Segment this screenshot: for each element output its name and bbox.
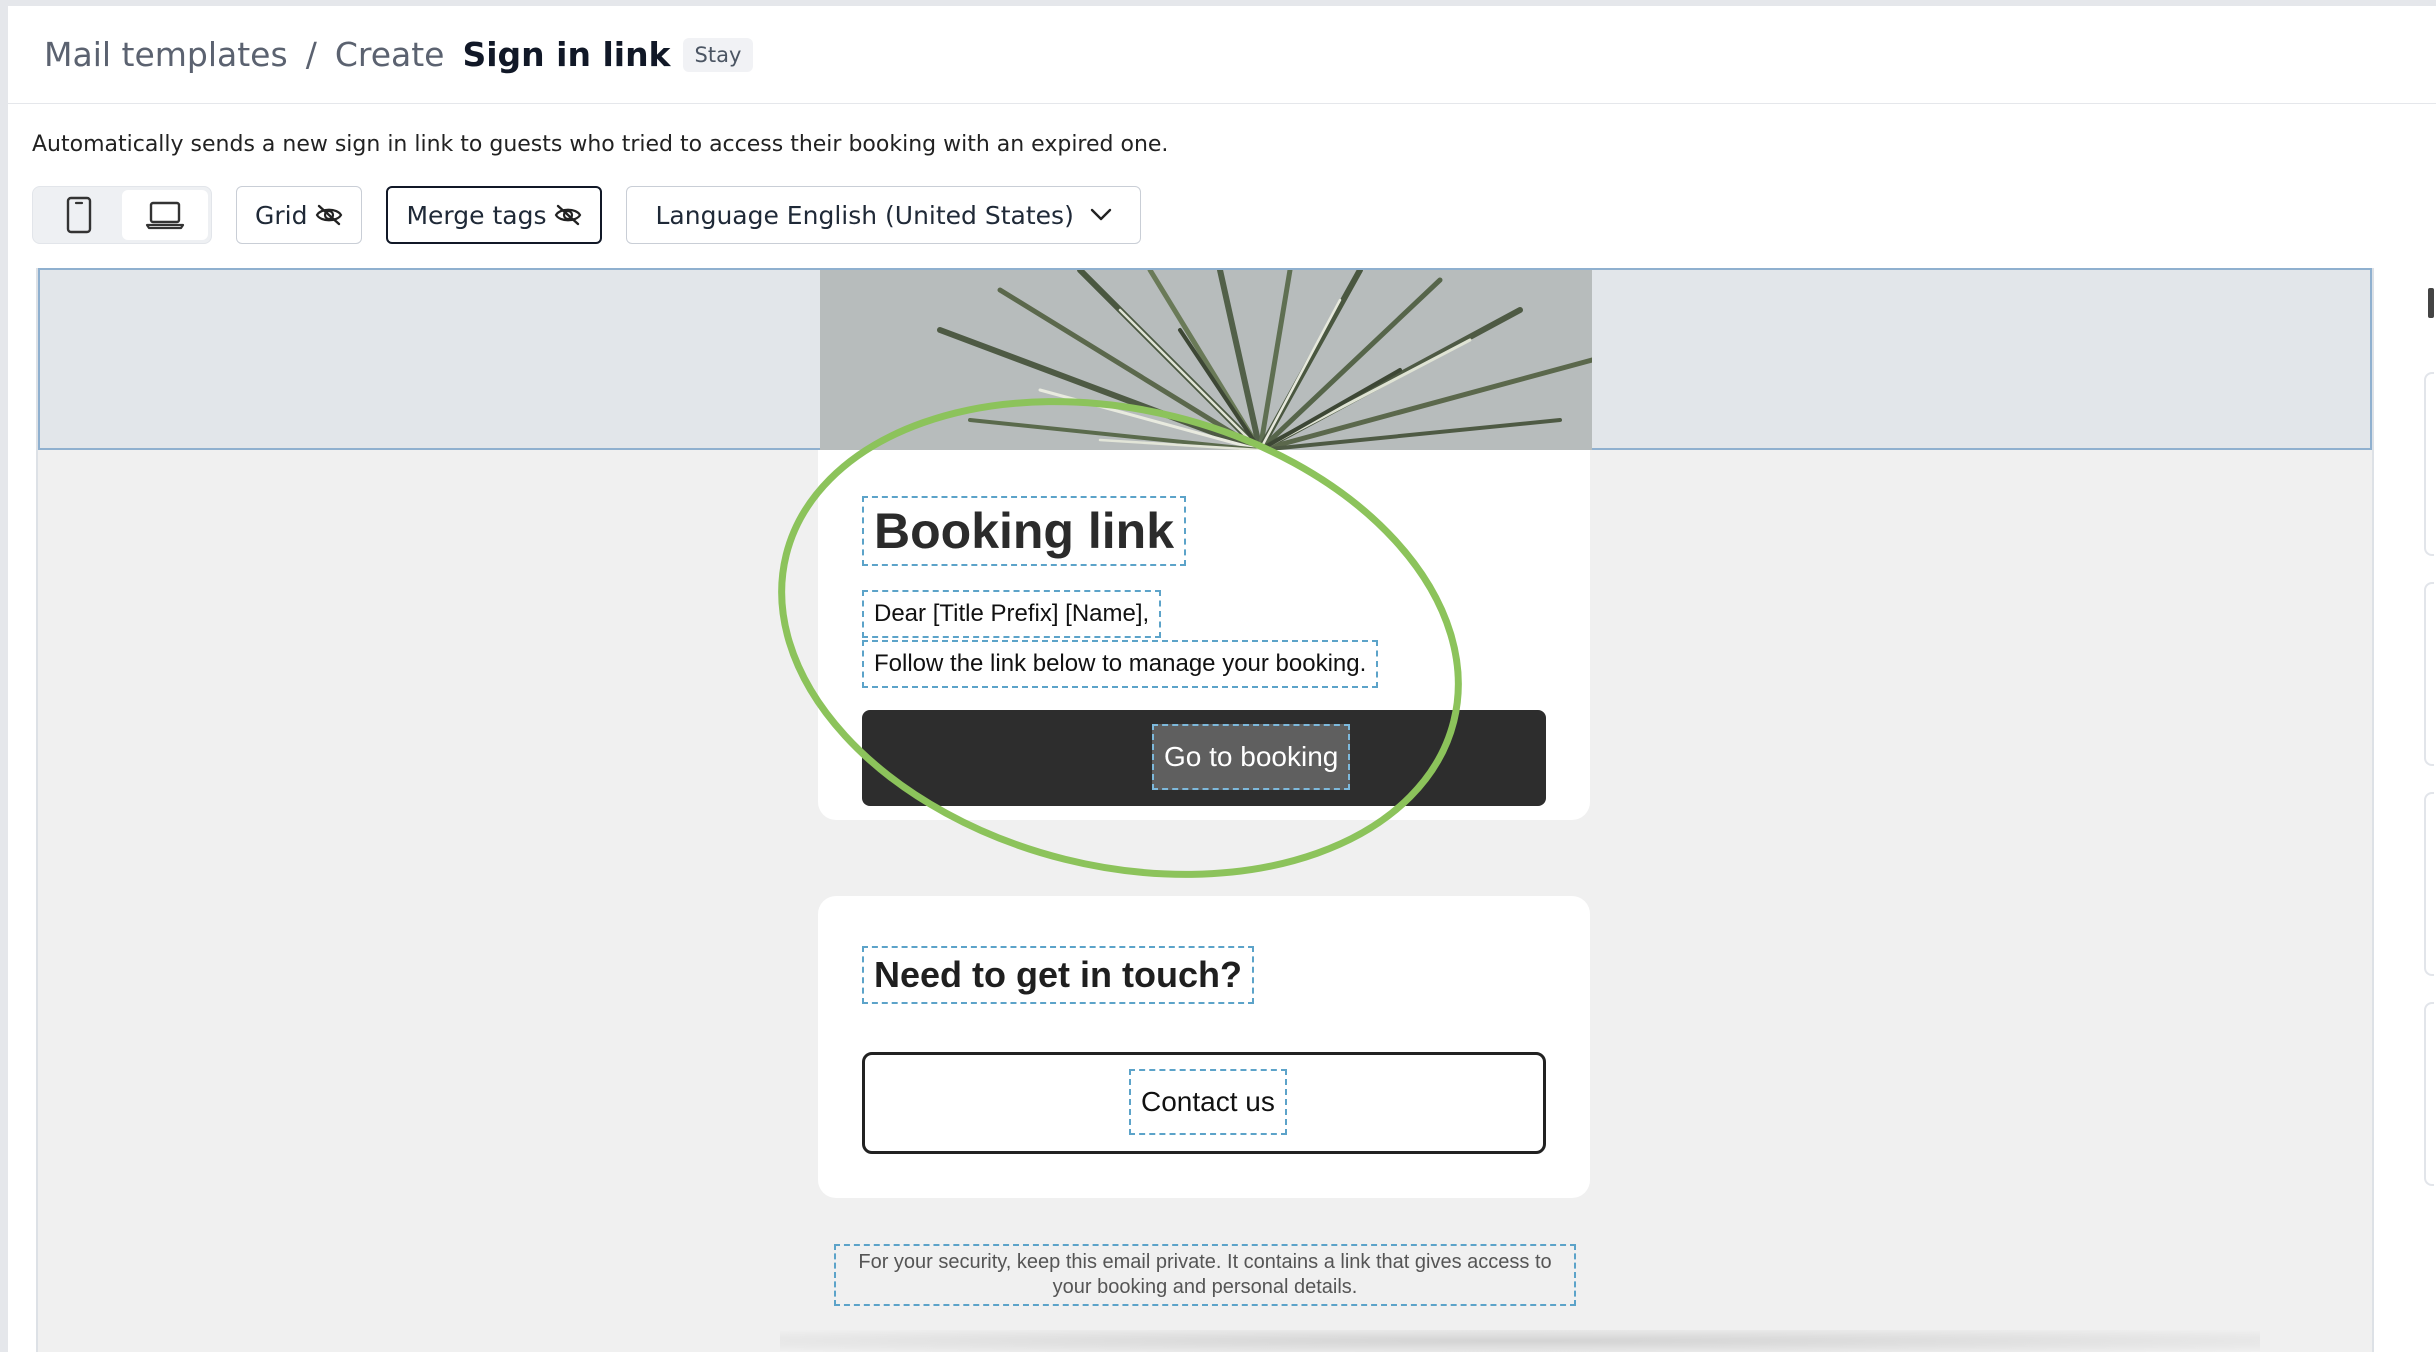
editor-toolbar: Grid Merge tags Language English (United… [32,184,1141,246]
window-left-edge [0,0,8,1352]
language-label: Language English (United States) [655,200,1074,230]
desktop-view-button[interactable] [122,190,208,240]
scroll-shadow [780,1330,2260,1352]
contact-heading[interactable]: Need to get in touch? [862,946,1254,1004]
grid-label: Grid [255,200,308,230]
breadcrumb-mail-templates[interactable]: Mail templates [44,35,288,74]
panel-section [2424,372,2434,556]
mobile-view-button[interactable] [36,190,122,240]
right-panel-edge [2400,268,2436,1352]
device-toggle [32,186,212,244]
template-description: Automatically sends a new sign in link t… [32,132,1169,157]
page-title: Sign in link [462,35,671,74]
panel-section [2424,792,2434,976]
status-badge: Stay [682,37,754,72]
breadcrumb-create[interactable]: Create [335,35,445,74]
body-text[interactable]: Follow the link below to manage your boo… [862,640,1379,688]
panel-handle-icon[interactable] [2428,288,2434,318]
merge-tags-toggle-button[interactable]: Merge tags [386,186,603,244]
merge-tags-label: Merge tags [406,200,547,230]
go-to-booking-button-block[interactable]: Go to booking [862,710,1546,806]
breadcrumb-separator: / [305,35,317,74]
contact-card: Need to get in touch? Contact us [818,896,1590,1198]
greeting-text[interactable]: Dear [Title Prefix] [Name], [862,590,1162,638]
panel-section [2424,1002,2434,1186]
hero-image-plant[interactable] [820,270,1592,450]
laptop-icon [145,201,185,230]
go-to-booking-button[interactable]: Go to booking [1152,724,1351,790]
hero-section-selected[interactable] [38,268,2372,450]
email-preview-canvas[interactable]: Booking link Dear [Title Prefix] [Name],… [36,268,2374,1352]
plant-illustration [820,270,1592,450]
eye-off-icon [555,204,582,226]
language-select[interactable]: Language English (United States) [626,186,1141,244]
booking-card: Booking link Dear [Title Prefix] [Name],… [818,450,1590,820]
chevron-down-icon [1090,208,1112,221]
email-heading[interactable]: Booking link [862,496,1186,566]
mobile-phone-icon [66,196,92,234]
eye-off-icon [316,204,343,226]
contact-us-button[interactable]: Contact us [1129,1069,1287,1135]
grid-toggle-button[interactable]: Grid [236,186,363,244]
page-header: Mail templates / Create Sign in link Sta… [8,6,2436,104]
security-note[interactable]: For your security, keep this email priva… [834,1244,1576,1306]
contact-us-button-block[interactable]: Contact us [862,1052,1546,1154]
panel-section [2424,582,2434,766]
